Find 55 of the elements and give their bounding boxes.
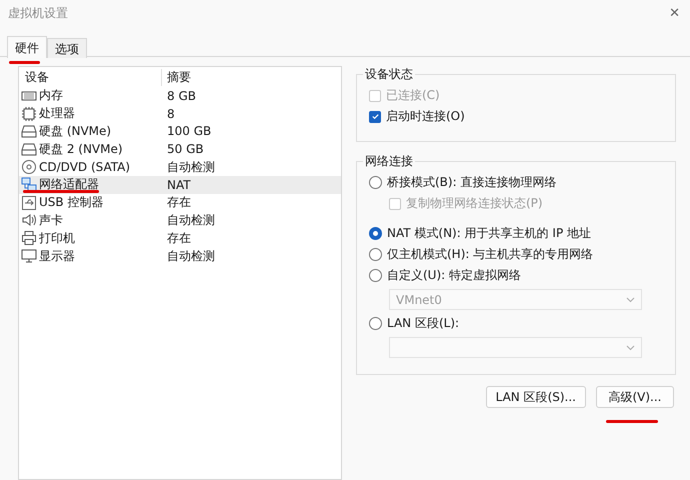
device-row[interactable]: USB 控制器 存在 bbox=[19, 194, 341, 212]
cpu-icon bbox=[21, 106, 37, 122]
network-icon bbox=[21, 176, 37, 193]
chevron-down-icon bbox=[626, 344, 635, 350]
group-title: 网络连接 bbox=[364, 153, 414, 170]
device-name: USB 控制器 bbox=[39, 194, 104, 212]
monitor-icon bbox=[21, 248, 37, 264]
column-header[interactable]: 设备 bbox=[19, 68, 161, 86]
device-summary: 50 GB bbox=[166, 142, 205, 156]
device-row[interactable]: 硬盘 2 (NVMe) 50 GB bbox=[19, 140, 341, 158]
usb-icon bbox=[21, 194, 37, 211]
close-button[interactable]: ✕ bbox=[669, 6, 680, 21]
window-title: 虚拟机设置 bbox=[8, 5, 68, 22]
device-name: 显示器 bbox=[39, 248, 75, 265]
radio-button[interactable]: 桥接模式(B): 直接连接物理网络 bbox=[369, 172, 665, 193]
device-row[interactable]: 显示器 自动检测 bbox=[19, 247, 341, 265]
device-row[interactable]: 硬盘 (NVMe) 100 GB bbox=[19, 122, 341, 140]
device-name: CD/DVD (SATA) bbox=[39, 160, 130, 174]
radio-button[interactable]: LAN 区段(L): bbox=[369, 313, 665, 334]
cd-icon bbox=[21, 159, 37, 176]
device-row[interactable]: 声卡 自动检测 bbox=[19, 212, 341, 230]
radio-button[interactable]: 自定义(U): 特定虚拟网络 bbox=[369, 265, 665, 286]
sound-icon bbox=[21, 212, 37, 228]
device-summary: 8 GB bbox=[166, 88, 197, 103]
device-name: 处理器 bbox=[39, 105, 75, 122]
device-name: 硬盘 (NVMe) bbox=[39, 122, 112, 140]
device-row[interactable]: 处理器 8 bbox=[19, 104, 341, 123]
device-row[interactable]: 网络适配器 NAT bbox=[19, 176, 341, 194]
tab[interactable]: 选项 bbox=[47, 38, 87, 58]
printer-icon bbox=[21, 230, 37, 246]
device-summary: NAT bbox=[166, 178, 192, 192]
chevron-down-icon bbox=[626, 296, 635, 302]
device-row[interactable]: 内存 8 GB bbox=[19, 87, 341, 105]
device-summary: 存在 bbox=[166, 230, 192, 247]
radio-button[interactable]: NAT 模式(N): 用于共享主机的 IP 地址 bbox=[369, 223, 665, 244]
column-header[interactable]: 摘要 bbox=[161, 68, 341, 86]
device-name: 打印机 bbox=[39, 230, 75, 247]
device-summary: 自动检测 bbox=[166, 212, 216, 229]
device-name: 网络适配器 bbox=[39, 176, 99, 194]
device-summary: 8 bbox=[166, 106, 176, 121]
device-summary: 100 GB bbox=[166, 124, 212, 138]
checkbox[interactable]: 启动时连接(O) bbox=[369, 106, 665, 127]
device-summary: 存在 bbox=[166, 194, 192, 212]
group-title: 设备状态 bbox=[364, 66, 414, 83]
device-summary: 自动检测 bbox=[166, 158, 216, 176]
device-name: 硬盘 2 (NVMe) bbox=[39, 140, 123, 158]
radio-button[interactable]: 仅主机模式(H): 与主机共享的专用网络 bbox=[369, 244, 665, 265]
dialog-button[interactable]: 高级(V)... bbox=[596, 386, 674, 408]
device-summary: 自动检测 bbox=[166, 248, 216, 265]
device-row[interactable]: CD/DVD (SATA) 自动检测 bbox=[19, 158, 341, 176]
device-name: 声卡 bbox=[39, 212, 63, 229]
dialog-button[interactable]: LAN 区段(S)... bbox=[486, 386, 586, 408]
device-name: 内存 bbox=[39, 87, 63, 104]
check-icon bbox=[370, 112, 380, 121]
device-row[interactable]: 打印机 存在 bbox=[19, 229, 341, 248]
